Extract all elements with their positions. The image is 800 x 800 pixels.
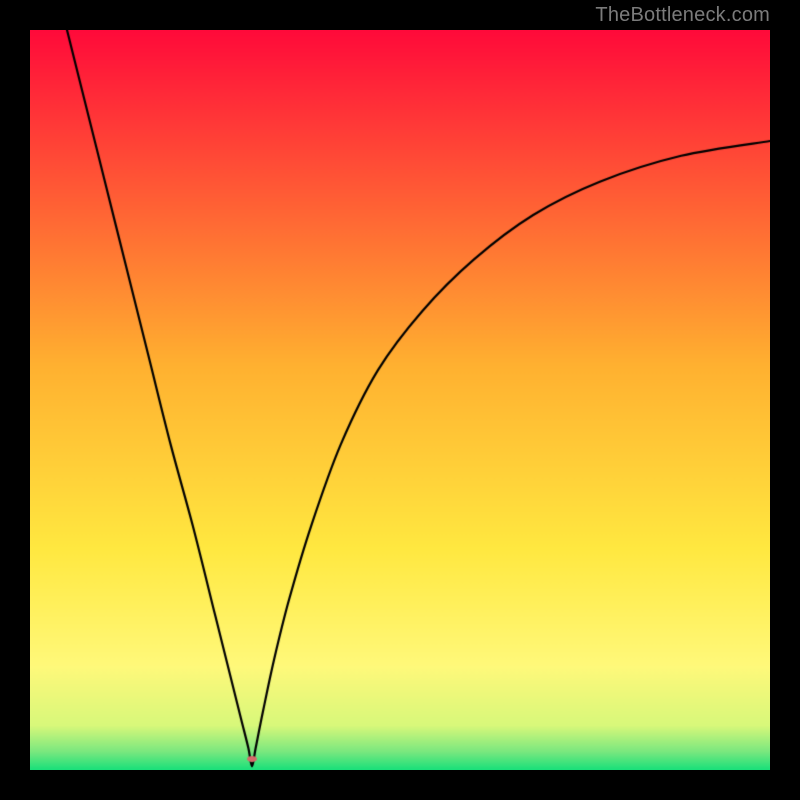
chart-canvas [30,30,770,770]
chart-frame: TheBottleneck.com [0,0,800,800]
plot-area [30,30,770,770]
watermark-label: TheBottleneck.com [595,4,770,27]
